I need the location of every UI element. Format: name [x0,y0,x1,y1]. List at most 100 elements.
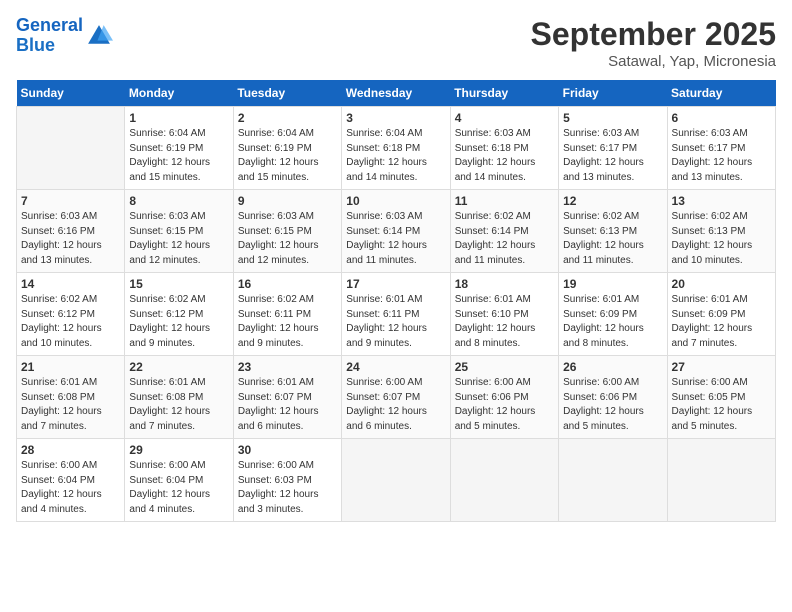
day-cell: 29 Sunrise: 6:00 AM Sunset: 6:04 PM Dayli… [125,439,233,522]
week-row-0: 1 Sunrise: 6:04 AM Sunset: 6:19 PM Daylig… [17,107,776,190]
calendar-header: SundayMondayTuesdayWednesdayThursdayFrid… [17,80,776,107]
page-header: GeneralBlue September 2025 Satawal, Yap,… [16,16,776,70]
day-info: Sunrise: 6:00 AM Sunset: 6:03 PM Dayligh… [238,459,337,517]
day-cell [17,107,125,190]
day-info: Sunrise: 6:02 AM Sunset: 6:11 PM Dayligh… [238,293,337,351]
day-info: Sunrise: 6:03 AM Sunset: 6:17 PM Dayligh… [672,127,771,185]
day-number: 27 [672,360,771,374]
day-number: 3 [346,111,445,125]
day-info: Sunrise: 6:01 AM Sunset: 6:08 PM Dayligh… [129,376,228,434]
day-cell: 11Sunrise: 6:02 AM Sunset: 6:14 PM Dayli… [450,190,558,273]
day-number: 6 [672,111,771,125]
week-row-2: 14 Sunrise: 6:02 AM Sunset: 6:12 PM Dayli… [17,273,776,356]
day-cell: 8 Sunrise: 6:03 AM Sunset: 6:15 PM Daylig… [125,190,233,273]
day-info: Sunrise: 6:02 AM Sunset: 6:13 PM Dayligh… [563,210,662,268]
day-cell: 25 Sunrise: 6:00 AM Sunset: 6:06 PM Dayli… [450,356,558,439]
day-info: Sunrise: 6:00 AM Sunset: 6:07 PM Dayligh… [346,376,445,434]
title-block: September 2025 Satawal, Yap, Micronesia [531,16,776,70]
day-number: 2 [238,111,337,125]
day-cell: 18 Sunrise: 6:01 AM Sunset: 6:10 PM Dayli… [450,273,558,356]
header-cell-tuesday: Tuesday [233,80,341,107]
page-subtitle: Satawal, Yap, Micronesia [531,53,776,70]
day-number: 21 [21,360,120,374]
day-cell: 17 Sunrise: 6:01 AM Sunset: 6:11 PM Dayli… [342,273,450,356]
day-info: Sunrise: 6:03 AM Sunset: 6:14 PM Dayligh… [346,210,445,268]
day-info: Sunrise: 6:03 AM Sunset: 6:16 PM Dayligh… [21,210,120,268]
day-number: 13 [672,194,771,208]
day-info: Sunrise: 6:01 AM Sunset: 6:11 PM Dayligh… [346,293,445,351]
day-number: 4 [455,111,554,125]
day-number: 22 [129,360,228,374]
day-number: 10 [346,194,445,208]
day-info: Sunrise: 6:03 AM Sunset: 6:17 PM Dayligh… [563,127,662,185]
day-number: 12 [563,194,662,208]
day-cell: 3 Sunrise: 6:04 AM Sunset: 6:18 PM Daylig… [342,107,450,190]
calendar-body: 1 Sunrise: 6:04 AM Sunset: 6:19 PM Daylig… [17,107,776,522]
logo-icon [85,22,113,50]
day-info: Sunrise: 6:01 AM Sunset: 6:09 PM Dayligh… [672,293,771,351]
day-number: 28 [21,443,120,457]
day-number: 25 [455,360,554,374]
logo: GeneralBlue [16,16,113,56]
day-info: Sunrise: 6:03 AM Sunset: 6:18 PM Dayligh… [455,127,554,185]
day-number: 5 [563,111,662,125]
day-cell: 24 Sunrise: 6:00 AM Sunset: 6:07 PM Dayli… [342,356,450,439]
day-info: Sunrise: 6:02 AM Sunset: 6:14 PM Dayligh… [455,210,554,268]
day-cell: 7Sunrise: 6:03 AM Sunset: 6:16 PM Daylig… [17,190,125,273]
day-info: Sunrise: 6:00 AM Sunset: 6:06 PM Dayligh… [563,376,662,434]
day-cell: 26 Sunrise: 6:00 AM Sunset: 6:06 PM Dayli… [559,356,667,439]
day-info: Sunrise: 6:03 AM Sunset: 6:15 PM Dayligh… [129,210,228,268]
day-cell: 23 Sunrise: 6:01 AM Sunset: 6:07 PM Dayli… [233,356,341,439]
day-cell: 22 Sunrise: 6:01 AM Sunset: 6:08 PM Dayli… [125,356,233,439]
day-info: Sunrise: 6:04 AM Sunset: 6:19 PM Dayligh… [238,127,337,185]
day-info: Sunrise: 6:01 AM Sunset: 6:10 PM Dayligh… [455,293,554,351]
header-cell-thursday: Thursday [450,80,558,107]
day-info: Sunrise: 6:00 AM Sunset: 6:04 PM Dayligh… [129,459,228,517]
calendar-table: SundayMondayTuesdayWednesdayThursdayFrid… [16,80,776,522]
page-title: September 2025 [531,16,776,53]
day-info: Sunrise: 6:02 AM Sunset: 6:12 PM Dayligh… [129,293,228,351]
week-row-4: 28 Sunrise: 6:00 AM Sunset: 6:04 PM Dayli… [17,439,776,522]
day-info: Sunrise: 6:04 AM Sunset: 6:18 PM Dayligh… [346,127,445,185]
day-cell: 13 Sunrise: 6:02 AM Sunset: 6:13 PM Dayli… [667,190,775,273]
day-number: 15 [129,277,228,291]
day-cell [559,439,667,522]
logo-text: GeneralBlue [16,16,83,56]
week-row-1: 7Sunrise: 6:03 AM Sunset: 6:16 PM Daylig… [17,190,776,273]
header-cell-saturday: Saturday [667,80,775,107]
day-info: Sunrise: 6:01 AM Sunset: 6:09 PM Dayligh… [563,293,662,351]
week-row-3: 21 Sunrise: 6:01 AM Sunset: 6:08 PM Dayli… [17,356,776,439]
day-cell: 6 Sunrise: 6:03 AM Sunset: 6:17 PM Daylig… [667,107,775,190]
day-number: 29 [129,443,228,457]
day-number: 8 [129,194,228,208]
day-number: 16 [238,277,337,291]
day-cell: 2 Sunrise: 6:04 AM Sunset: 6:19 PM Daylig… [233,107,341,190]
day-number: 23 [238,360,337,374]
day-cell: 16 Sunrise: 6:02 AM Sunset: 6:11 PM Dayli… [233,273,341,356]
day-cell: 21 Sunrise: 6:01 AM Sunset: 6:08 PM Dayli… [17,356,125,439]
header-cell-monday: Monday [125,80,233,107]
day-info: Sunrise: 6:04 AM Sunset: 6:19 PM Dayligh… [129,127,228,185]
day-cell [667,439,775,522]
day-info: Sunrise: 6:00 AM Sunset: 6:04 PM Dayligh… [21,459,120,517]
day-info: Sunrise: 6:02 AM Sunset: 6:12 PM Dayligh… [21,293,120,351]
day-info: Sunrise: 6:01 AM Sunset: 6:08 PM Dayligh… [21,376,120,434]
day-number: 17 [346,277,445,291]
day-cell: 10 Sunrise: 6:03 AM Sunset: 6:14 PM Dayli… [342,190,450,273]
day-number: 18 [455,277,554,291]
day-info: Sunrise: 6:00 AM Sunset: 6:05 PM Dayligh… [672,376,771,434]
day-info: Sunrise: 6:00 AM Sunset: 6:06 PM Dayligh… [455,376,554,434]
day-info: Sunrise: 6:01 AM Sunset: 6:07 PM Dayligh… [238,376,337,434]
day-cell: 15 Sunrise: 6:02 AM Sunset: 6:12 PM Dayli… [125,273,233,356]
day-cell: 27 Sunrise: 6:00 AM Sunset: 6:05 PM Dayli… [667,356,775,439]
day-number: 26 [563,360,662,374]
day-number: 1 [129,111,228,125]
day-cell: 9Sunrise: 6:03 AM Sunset: 6:15 PM Daylig… [233,190,341,273]
day-info: Sunrise: 6:02 AM Sunset: 6:13 PM Dayligh… [672,210,771,268]
header-cell-wednesday: Wednesday [342,80,450,107]
day-cell: 1 Sunrise: 6:04 AM Sunset: 6:19 PM Daylig… [125,107,233,190]
day-cell: 30Sunrise: 6:00 AM Sunset: 6:03 PM Dayli… [233,439,341,522]
day-cell [342,439,450,522]
day-number: 24 [346,360,445,374]
day-number: 14 [21,277,120,291]
